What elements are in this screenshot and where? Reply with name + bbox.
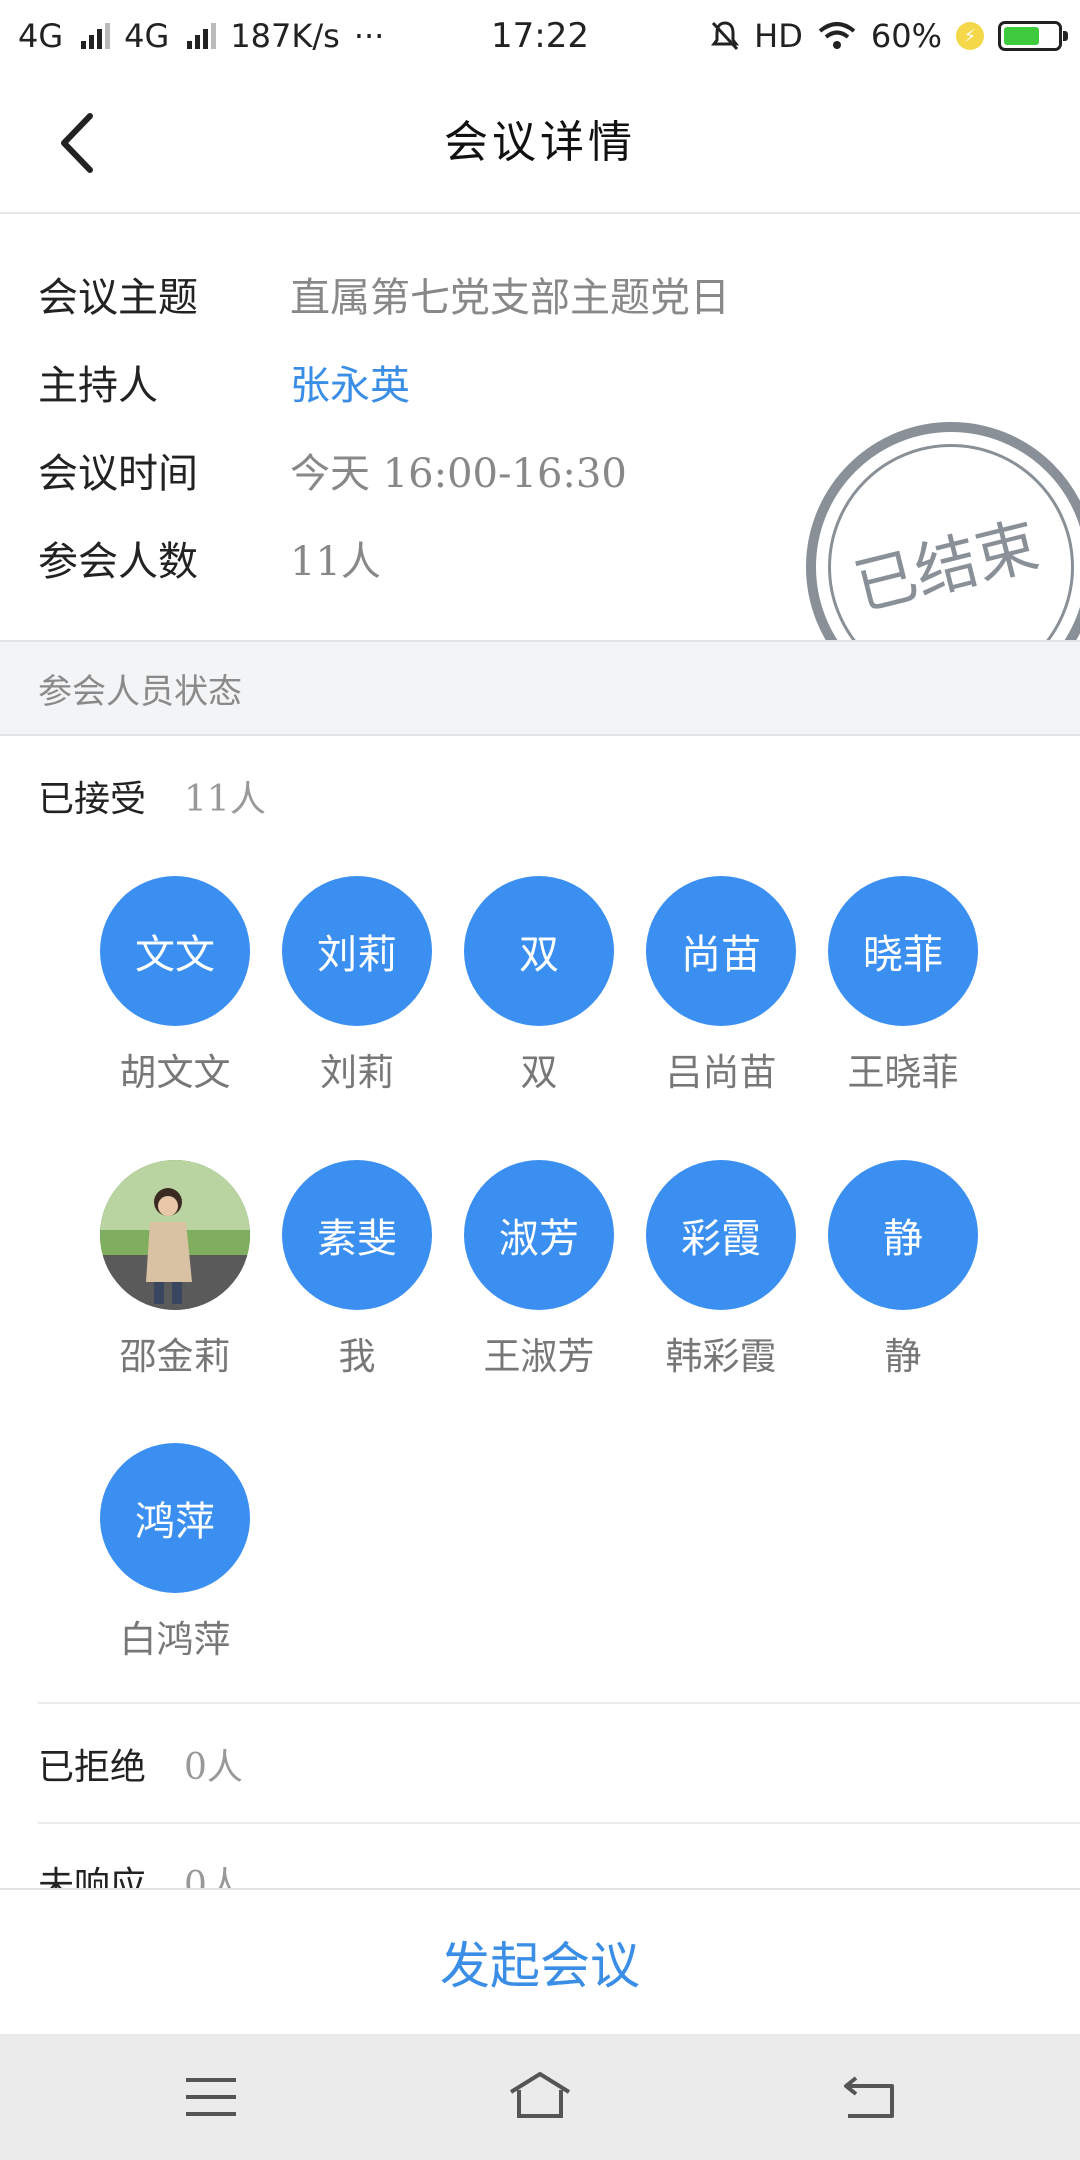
- ended-stamp: 已结束: [806, 422, 1080, 640]
- signal-2-icon: [187, 23, 217, 49]
- system-nav-bar: [0, 2034, 1080, 2160]
- accepted-count: 11人: [184, 779, 266, 820]
- rejected-count: 0人: [184, 1747, 243, 1788]
- accepted-label: 已接受: [38, 779, 147, 820]
- member-item[interactable]: 尚苗 吕尚苗: [630, 876, 812, 1098]
- nav-bar: 会议详情: [0, 72, 1080, 214]
- member-avatar: 彩霞: [646, 1160, 796, 1310]
- attendee-count-row: 参会人数 11人: [38, 528, 381, 588]
- member-photo-avatar: [100, 1160, 250, 1310]
- member-avatar: 素斐: [282, 1160, 432, 1310]
- meeting-info: 会议主题 直属第七党支部主题党日 主持人 张永英 会议时间 今天 16:00-1…: [0, 214, 1080, 640]
- home-button[interactable]: [505, 2064, 575, 2130]
- member-name: 韩彩霞: [665, 1335, 777, 1378]
- rejected-row[interactable]: 已拒绝 0人: [38, 1734, 243, 1794]
- mute-bell-icon: [711, 21, 740, 51]
- topic-label: 会议主题: [38, 275, 198, 321]
- member-avatar: 鸿萍: [100, 1443, 250, 1593]
- member-avatar: 刘莉: [282, 876, 432, 1026]
- hd-label: HD: [754, 17, 803, 55]
- battery-fill: [1004, 27, 1039, 45]
- home-icon: [509, 2072, 571, 2118]
- battery-icon: [998, 21, 1068, 51]
- attendee-status-header: 参会人员状态: [0, 640, 1080, 736]
- member-name: 刘莉: [320, 1051, 394, 1094]
- network-2-label: 4G: [124, 17, 170, 55]
- member-item[interactable]: 彩霞 韩彩霞: [630, 1160, 812, 1382]
- member-avatar: 双: [464, 876, 614, 1026]
- member-avatar: 文文: [100, 876, 250, 1026]
- start-meeting-button[interactable]: 发起会议: [0, 1888, 1080, 2034]
- member-item[interactable]: 素斐我: [266, 1160, 448, 1382]
- host-link[interactable]: 张永英: [290, 353, 410, 411]
- more-notifications-icon: ···: [353, 17, 385, 55]
- member-name: 静: [884, 1335, 922, 1378]
- charging-icon: ⚡: [956, 22, 984, 50]
- topic-value: 直属第七党支部主题党日: [290, 275, 730, 321]
- wifi-icon: [818, 22, 856, 49]
- divider: [38, 1702, 1080, 1704]
- network-speed: 187K/s: [230, 17, 340, 55]
- member-name: 王晓菲: [847, 1051, 959, 1094]
- battery-percent: 60%: [870, 17, 942, 55]
- member-name: 吕尚苗: [665, 1051, 777, 1094]
- member-avatar: 淑芳: [464, 1160, 614, 1310]
- member-name: 白鸿萍: [119, 1618, 231, 1661]
- time-value: 今天 16:00-16:30: [290, 451, 627, 497]
- topic-row: 会议主题 直属第七党支部主题党日: [38, 264, 730, 324]
- member-item[interactable]: 鸿萍 白鸿萍: [84, 1443, 266, 1665]
- member-avatar: 晓菲: [828, 876, 978, 1026]
- member-avatar: 尚苗: [646, 876, 796, 1026]
- time-label: 会议时间: [38, 451, 198, 497]
- member-item[interactable]: 文文 胡文文: [84, 876, 266, 1098]
- member-item[interactable]: 双双: [448, 876, 630, 1098]
- attendee-count-label: 参会人数: [38, 539, 198, 585]
- member-item[interactable]: 淑芳 王淑芳: [448, 1160, 630, 1382]
- member-item[interactable]: 邵金莉: [84, 1160, 266, 1382]
- back-nav-button[interactable]: [834, 2064, 904, 2130]
- time-row: 会议时间 今天 16:00-16:30: [38, 440, 627, 500]
- menu-button[interactable]: [176, 2064, 246, 2130]
- accepted-row: 已接受 11人: [38, 766, 266, 826]
- member-name: 邵金莉: [119, 1335, 231, 1378]
- member-item[interactable]: 刘莉 刘莉: [266, 876, 448, 1098]
- network-1-label: 4G: [18, 17, 64, 55]
- page-title: 会议详情: [444, 117, 636, 168]
- rejected-label: 已拒绝: [38, 1747, 147, 1788]
- person-photo-icon: [100, 1160, 250, 1310]
- meeting-detail-page: 4G 4G 187K/s ··· 17:22 HD 60% ⚡ 会议详情 会议主…: [0, 0, 1080, 2160]
- member-name: 王淑芳: [483, 1335, 595, 1378]
- divider: [38, 1822, 1080, 1824]
- member-name: 胡文文: [119, 1051, 231, 1094]
- signal-1-icon: [81, 23, 111, 49]
- return-icon: [844, 2076, 894, 2118]
- member-item[interactable]: 静静: [812, 1160, 994, 1382]
- host-row: 主持人 张永英: [38, 352, 410, 412]
- member-avatar: 静: [828, 1160, 978, 1310]
- menu-icon: [186, 2078, 236, 2116]
- attendee-count-value: 11人: [290, 539, 381, 585]
- host-label: 主持人: [38, 363, 158, 409]
- member-name: 双: [520, 1051, 558, 1094]
- status-left: 4G 4G 187K/s ···: [18, 17, 384, 55]
- status-bar: 4G 4G 187K/s ··· 17:22 HD 60% ⚡: [0, 0, 1080, 72]
- member-item[interactable]: 晓菲 王晓菲: [812, 876, 994, 1098]
- member-name: 我: [338, 1335, 376, 1378]
- status-right: HD 60% ⚡: [710, 17, 1068, 55]
